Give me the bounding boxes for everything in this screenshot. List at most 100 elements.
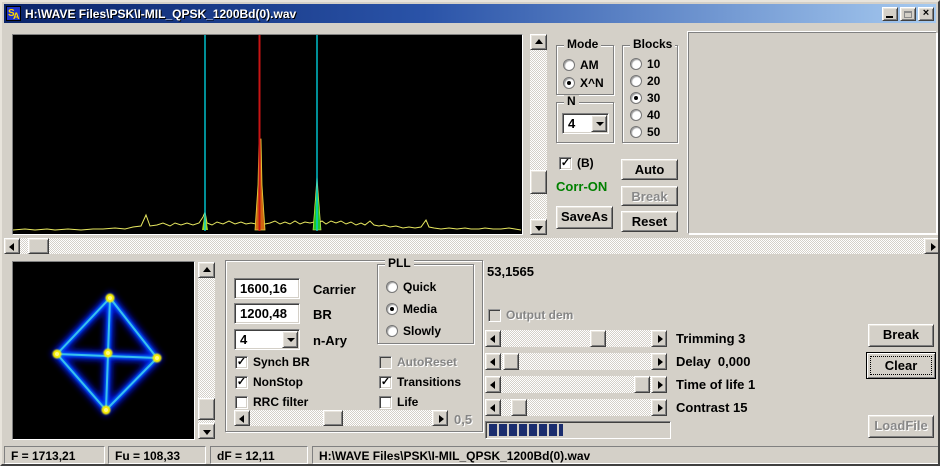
nary-label: n-Ary: [313, 333, 347, 348]
break-button-top: Break: [621, 186, 678, 206]
radio-blocks-40[interactable]: 40: [630, 108, 660, 122]
nary-value: 4: [240, 332, 248, 347]
nonstop-checkbox[interactable]: NonStop: [235, 375, 303, 389]
scroll-right-button[interactable]: [924, 238, 938, 254]
slider-left-button[interactable]: [485, 330, 501, 347]
slider-right-button[interactable]: [651, 330, 667, 347]
maximize-icon: [904, 10, 912, 18]
title-bar[interactable]: SA H:\WAVE Files\PSK\I-MIL_QPSK_1200Bd(0…: [4, 4, 936, 23]
slider-left-button[interactable]: [234, 410, 250, 426]
radio-xn[interactable]: X^N: [563, 76, 604, 90]
b-checkbox[interactable]: (B): [559, 156, 594, 170]
app-icon[interactable]: SA: [6, 6, 21, 21]
maximize-button[interactable]: [900, 6, 916, 21]
rrc-filter-checkbox[interactable]: RRC filter: [235, 395, 308, 409]
spectrum-vscrollbar[interactable]: [530, 34, 547, 235]
radio-blocks-50[interactable]: 50: [630, 125, 660, 139]
arrow-right-icon: [931, 243, 936, 251]
br-field[interactable]: 1200,48: [234, 303, 300, 324]
status-f: F = 1713,21: [4, 446, 105, 464]
spectrum-display[interactable]: [12, 34, 523, 235]
slider-right-button[interactable]: [651, 376, 667, 393]
transitions-checkbox[interactable]: Transitions: [379, 375, 461, 389]
carrier-field[interactable]: 1600,16: [234, 278, 300, 299]
life-checkbox[interactable]: Life: [379, 395, 418, 409]
radio-blocks-30[interactable]: 30: [630, 91, 660, 105]
scroll-up-button[interactable]: [198, 262, 215, 278]
arrow-up-icon: [535, 39, 543, 44]
slider-thumb[interactable]: [503, 353, 519, 370]
checkbox-checked-icon: [559, 156, 572, 170]
arrow-right-icon: [439, 415, 444, 423]
constellation-vscrollbar[interactable]: [198, 262, 215, 439]
br-label: BR: [313, 307, 332, 322]
break-button[interactable]: Break: [868, 324, 934, 347]
combo-drop-button[interactable]: [282, 331, 298, 348]
radio-am[interactable]: AM: [563, 58, 599, 72]
arrow-right-icon: [658, 335, 663, 343]
slider-thumb[interactable]: [590, 330, 606, 347]
scroll-down-button[interactable]: [198, 423, 215, 439]
close-button[interactable]: ×: [918, 6, 934, 21]
trimming-label: Trimming 3: [676, 331, 746, 346]
slider-right-button[interactable]: [651, 353, 667, 370]
radio-media[interactable]: Media: [386, 302, 437, 316]
n-value: 4: [568, 116, 576, 131]
slider-thumb[interactable]: [634, 376, 650, 393]
time-of-life-slider[interactable]: [485, 376, 667, 393]
reset-button[interactable]: Reset: [621, 211, 678, 232]
time-of-life-label: Time of life 1: [676, 377, 756, 392]
trimming-slider[interactable]: [485, 330, 667, 347]
n-combobox[interactable]: 4: [562, 113, 609, 134]
checkbox-checked-icon: [235, 355, 248, 369]
checkbox-checked-icon: [379, 375, 392, 389]
slider-right-button[interactable]: [651, 399, 667, 416]
aux-slider[interactable]: [234, 410, 448, 426]
blocks-group: Blocks 10 20 30 40 50: [622, 38, 678, 143]
scroll-up-button[interactable]: [530, 34, 547, 50]
output-panel: [688, 32, 937, 234]
radio-slowly[interactable]: Slowly: [386, 324, 441, 338]
status-df: dF = 12,11: [210, 446, 308, 464]
constellation-plot: [13, 262, 194, 439]
slider-left-button[interactable]: [485, 376, 501, 393]
slider-left-button[interactable]: [485, 353, 501, 370]
nary-combobox[interactable]: 4: [234, 329, 300, 350]
spectrum-hscrollbar[interactable]: [4, 238, 938, 254]
slider-left-button[interactable]: [485, 399, 501, 416]
delay-slider[interactable]: [485, 353, 667, 370]
arrow-right-icon: [658, 404, 663, 412]
arrow-down-icon: [535, 226, 543, 231]
radio-selected-icon: [386, 303, 398, 315]
arrow-left-icon: [490, 358, 495, 366]
arrow-left-icon: [490, 404, 495, 412]
clear-button[interactable]: Clear: [866, 352, 936, 379]
auto-button[interactable]: Auto: [621, 159, 678, 180]
contrast-slider[interactable]: [485, 399, 667, 416]
scroll-thumb[interactable]: [198, 398, 215, 420]
measure-value: 53,1565: [487, 264, 534, 279]
slider-right-button[interactable]: [432, 410, 448, 426]
slider-thumb[interactable]: [323, 410, 343, 426]
checkbox-checked-icon: [235, 375, 248, 389]
synch-br-checkbox[interactable]: Synch BR: [235, 355, 310, 369]
radio-quick[interactable]: Quick: [386, 280, 436, 294]
minimize-icon: [886, 15, 893, 18]
checkbox-disabled-icon: [488, 308, 501, 322]
scroll-thumb[interactable]: [530, 170, 547, 194]
constellation-display[interactable]: [12, 261, 195, 440]
radio-icon: [630, 58, 642, 70]
combo-drop-button[interactable]: [591, 115, 607, 132]
pll-group-title: PLL: [385, 257, 414, 270]
radio-blocks-10[interactable]: 10: [630, 57, 660, 71]
slider-thumb[interactable]: [511, 399, 527, 416]
loadfile-button: LoadFile: [868, 415, 934, 438]
radio-blocks-20[interactable]: 20: [630, 74, 660, 88]
minimize-button[interactable]: [882, 6, 898, 21]
radio-icon: [630, 75, 642, 87]
scroll-thumb[interactable]: [28, 238, 49, 254]
saveas-button[interactable]: SaveAs: [556, 206, 613, 229]
scroll-left-button[interactable]: [4, 238, 20, 254]
close-icon: ×: [922, 6, 930, 19]
scroll-down-button[interactable]: [530, 219, 547, 235]
